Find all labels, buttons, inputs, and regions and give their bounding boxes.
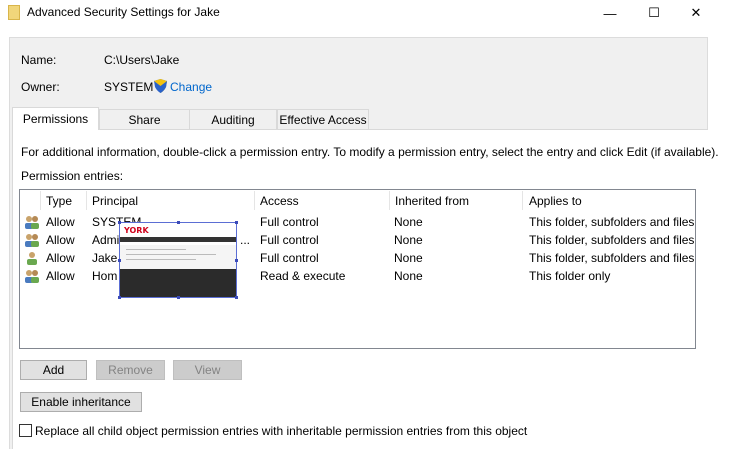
row-applies-to: This folder, subfolders and files [529, 215, 695, 229]
users-group-icon [25, 234, 39, 247]
instructions-text: For additional information, double-click… [21, 145, 719, 159]
embedded-screenshot-thumbnail[interactable]: YORK [118, 221, 238, 299]
tab-auditing[interactable]: Auditing [189, 109, 277, 129]
row-inherited-from: None [394, 215, 423, 229]
resize-handle[interactable] [177, 296, 180, 299]
row-type: Allow [46, 269, 75, 283]
title-bar: Advanced Security Settings for Jake — ☐ … [0, 0, 750, 26]
york-logo: YORK [124, 226, 149, 235]
resize-handle[interactable] [177, 221, 180, 224]
column-header-access[interactable]: Access [260, 192, 299, 210]
column-header-applies-to[interactable]: Applies to [529, 192, 582, 210]
row-access: Full control [260, 215, 319, 229]
maximize-button[interactable]: ☐ [631, 0, 677, 26]
column-separator[interactable] [40, 191, 41, 210]
name-label: Name: [21, 53, 57, 67]
thumbnail-text-line [126, 249, 186, 250]
row-type: Allow [46, 233, 75, 247]
column-separator[interactable] [389, 191, 390, 210]
column-header-inherited-from[interactable]: Inherited from [395, 192, 469, 210]
thumbnail-header: YORK [120, 223, 236, 245]
owner-label: Owner: [21, 80, 60, 94]
thumbnail-text-line [126, 259, 196, 260]
folder-icon [8, 5, 20, 20]
truncation-ellipsis: ... [240, 233, 251, 247]
resize-handle[interactable] [118, 221, 121, 224]
column-separator[interactable] [254, 191, 255, 210]
column-separator[interactable] [522, 191, 523, 210]
resize-handle[interactable] [235, 296, 238, 299]
resize-handle[interactable] [235, 221, 238, 224]
thumbnail-nav-bar [120, 237, 236, 242]
close-button[interactable]: ✕ [673, 0, 719, 26]
row-principal: Admi [92, 233, 120, 247]
users-group-icon [25, 216, 39, 229]
column-header-type[interactable]: Type [46, 192, 72, 210]
row-type: Allow [46, 215, 75, 229]
thumbnail-text-line [126, 254, 216, 255]
remove-button[interactable]: Remove [96, 360, 165, 380]
tab-permissions[interactable]: Permissions [12, 107, 99, 130]
view-button[interactable]: View [173, 360, 242, 380]
user-icon [27, 252, 37, 265]
row-applies-to: This folder only [529, 269, 611, 283]
row-inherited-from: None [394, 251, 423, 265]
row-access: Full control [260, 233, 319, 247]
users-group-icon [25, 270, 39, 283]
column-separator[interactable] [86, 191, 87, 210]
permission-entries-label: Permission entries: [21, 169, 124, 183]
tab-effective-access[interactable]: Effective Access [277, 109, 369, 129]
replace-child-permissions-label[interactable]: Replace all child object permission entr… [35, 424, 527, 438]
resize-handle[interactable] [118, 296, 121, 299]
thumbnail-content [120, 245, 236, 269]
uac-shield-icon [154, 79, 167, 93]
row-applies-to: This folder, subfolders and files [529, 233, 695, 247]
row-inherited-from: None [394, 269, 423, 283]
row-principal: Hom [92, 269, 118, 283]
column-header-principal[interactable]: Principal [92, 192, 138, 210]
resize-handle[interactable] [118, 259, 121, 262]
row-type: Allow [46, 251, 75, 265]
add-button[interactable]: Add [20, 360, 87, 380]
window-title: Advanced Security Settings for Jake [27, 5, 220, 19]
row-applies-to: This folder, subfolders and files [529, 251, 695, 265]
change-owner-link[interactable]: Change [170, 80, 212, 94]
replace-child-permissions-checkbox[interactable] [19, 424, 32, 437]
minimize-button[interactable]: — [587, 0, 633, 26]
name-value: C:\Users\Jake [104, 53, 180, 67]
row-access: Full control [260, 251, 319, 265]
resize-handle[interactable] [235, 259, 238, 262]
row-principal: Jake [92, 251, 118, 265]
enable-inheritance-button[interactable]: Enable inheritance [20, 392, 142, 412]
row-access: Read & execute [260, 269, 346, 283]
tab-share[interactable]: Share [99, 109, 190, 129]
owner-value: SYSTEM [104, 80, 154, 94]
row-inherited-from: None [394, 233, 423, 247]
